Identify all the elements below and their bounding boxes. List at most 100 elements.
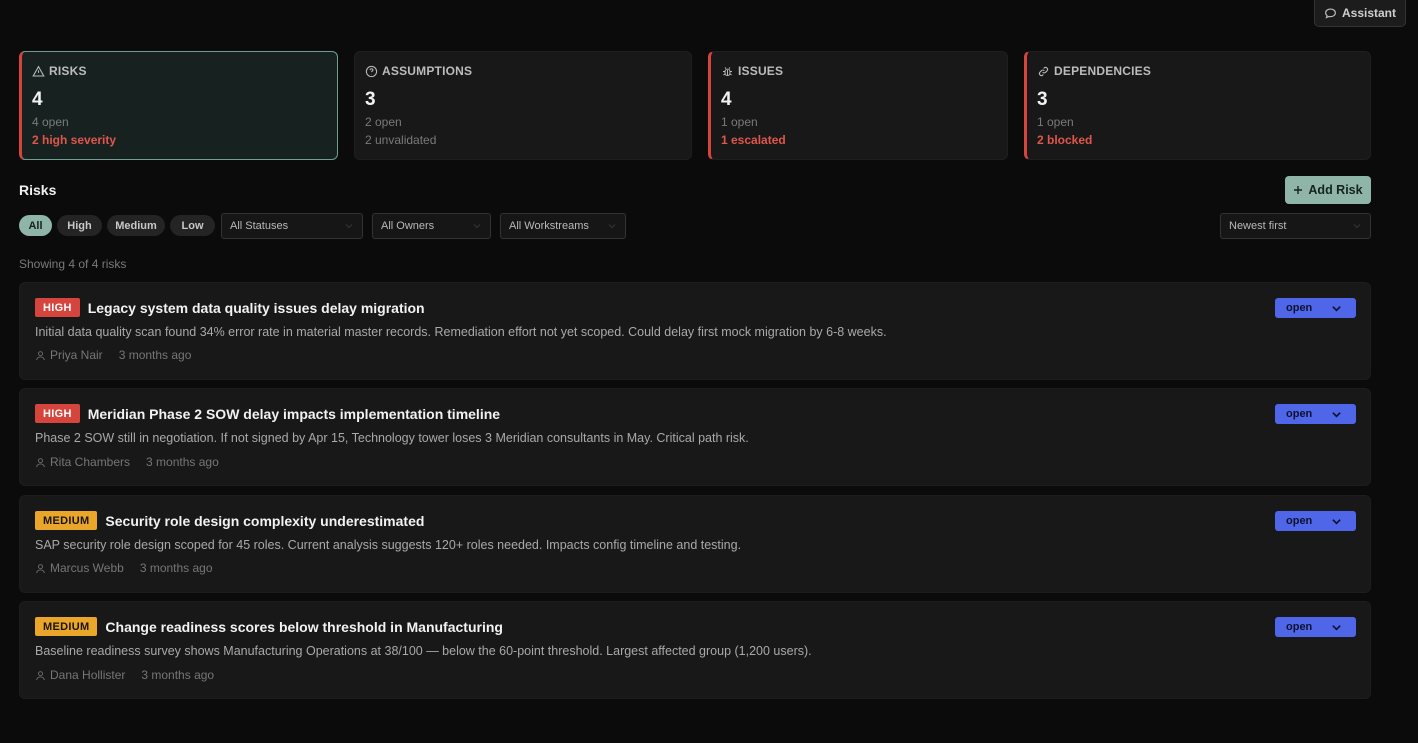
status-dropdown[interactable]: open: [1275, 298, 1356, 318]
workstream-select[interactable]: All Workstreams: [500, 213, 626, 239]
link-icon: [1038, 66, 1049, 76]
risk-owner: Dana Hollister: [50, 668, 126, 682]
chevron-down-icon: [1332, 625, 1341, 631]
dependencies-card[interactable]: DEPENDENCIES 3 1 open 2 blocked: [1024, 51, 1371, 160]
risk-time: 3 months ago: [118, 348, 192, 362]
risk-description: Baseline readiness survey shows Manufact…: [35, 644, 812, 658]
risk-description: Initial data quality scan found 34% erro…: [35, 325, 887, 339]
sort-select-value: Newest first: [1229, 220, 1287, 232]
status-value: open: [1286, 621, 1313, 633]
status-value: open: [1286, 408, 1313, 420]
risk-meta: Dana Hollister 3 months ago: [35, 668, 214, 682]
risks-card-header: RISKS: [32, 64, 337, 78]
results-count: Showing 4 of 4 risks: [19, 257, 127, 271]
risk-title[interactable]: Legacy system data quality issues delay …: [88, 300, 425, 316]
section-title: Risks: [19, 182, 57, 198]
risk-header: HIGH Legacy system data quality issues d…: [35, 298, 425, 317]
risk-time: 3 months ago: [139, 561, 213, 575]
risks-card[interactable]: RISKS 4 4 open 2 high severity: [19, 51, 338, 160]
user-icon: [36, 350, 45, 360]
status-select-value: All Statuses: [230, 220, 289, 232]
risk-time: 3 months ago: [141, 668, 215, 682]
add-risk-label: Add Risk: [1308, 183, 1363, 197]
filter-bar: All High Medium Low All Statuses All Own…: [19, 213, 1371, 239]
risk-header: MEDIUM Change readiness scores below thr…: [35, 617, 503, 636]
risk-title[interactable]: Security role design complexity underest…: [105, 513, 424, 529]
user-icon: [36, 457, 45, 467]
severity-filter-low[interactable]: Low: [170, 215, 215, 236]
chevron-down-icon: [345, 224, 353, 229]
dependencies-card-title: DEPENDENCIES: [1054, 64, 1152, 78]
assistant-button[interactable]: Assistant: [1314, 0, 1406, 27]
user-icon: [36, 563, 45, 573]
status-dropdown[interactable]: open: [1275, 511, 1356, 531]
severity-filter-medium[interactable]: Medium: [107, 215, 165, 236]
chevron-down-icon: [473, 224, 481, 229]
assumptions-card-title: ASSUMPTIONS: [382, 64, 473, 78]
status-value: open: [1286, 515, 1313, 527]
add-risk-button[interactable]: Add Risk: [1285, 176, 1371, 204]
dependencies-card-header: DEPENDENCIES: [1037, 64, 1370, 78]
severity-badge: HIGH: [35, 298, 80, 317]
risk-item[interactable]: MEDIUM Change readiness scores below thr…: [19, 601, 1371, 699]
severity-filter-all[interactable]: All: [19, 215, 52, 236]
risk-meta: Priya Nair 3 months ago: [35, 348, 191, 362]
status-select[interactable]: All Statuses: [221, 213, 363, 239]
dependencies-card-count: 3: [1037, 89, 1048, 110]
risk-description: Phase 2 SOW still in negotiation. If not…: [35, 431, 749, 445]
issues-card-alert: 1 escalated: [721, 133, 786, 147]
question-circle-icon: [365, 65, 378, 77]
severity-badge: MEDIUM: [35, 617, 98, 636]
severity-badge: HIGH: [35, 404, 80, 423]
assumptions-card-open: 2 open: [365, 115, 402, 129]
risk-time: 3 months ago: [146, 455, 219, 469]
risk-meta: Rita Chambers 3 months ago: [35, 455, 219, 469]
plus-icon: [1294, 186, 1303, 194]
bug-icon: [723, 66, 732, 76]
assumptions-card-header: ASSUMPTIONS: [365, 64, 691, 78]
risks-card-title: RISKS: [49, 64, 87, 78]
dependencies-card-open: 1 open: [1037, 115, 1074, 129]
risk-meta: Marcus Webb 3 months ago: [35, 561, 213, 575]
risk-item[interactable]: HIGH Legacy system data quality issues d…: [19, 282, 1371, 380]
workstream-select-value: All Workstreams: [509, 220, 589, 232]
status-dropdown[interactable]: open: [1275, 617, 1356, 637]
risks-card-open: 4 open: [32, 115, 69, 129]
severity-filter-high[interactable]: High: [57, 215, 102, 236]
issues-card[interactable]: ISSUES 4 1 open 1 escalated: [708, 51, 1008, 160]
risk-description: SAP security role design scoped for 45 r…: [35, 538, 742, 552]
risk-owner: Rita Chambers: [50, 455, 131, 469]
issues-card-title: ISSUES: [738, 64, 784, 78]
summary-cards: RISKS 4 4 open 2 high severity ASSUMPTIO…: [19, 51, 1371, 160]
chat-bubble-icon: [1325, 7, 1336, 19]
chevron-down-icon: [1332, 519, 1341, 525]
status-dropdown[interactable]: open: [1275, 404, 1356, 424]
chevron-down-icon: [1332, 412, 1341, 418]
risk-owner: Priya Nair: [50, 348, 103, 362]
severity-badge: MEDIUM: [35, 511, 98, 530]
risk-header: MEDIUM Security role design complexity u…: [35, 511, 424, 530]
assumptions-card[interactable]: ASSUMPTIONS 3 2 open 2 unvalidated: [354, 51, 692, 160]
issues-card-count: 4: [721, 89, 732, 110]
assumptions-card-unvalidated: 2 unvalidated: [365, 133, 437, 147]
issues-card-header: ISSUES: [721, 64, 1007, 78]
warning-triangle-icon: [32, 65, 45, 76]
risk-item[interactable]: HIGH Meridian Phase 2 SOW delay impacts …: [19, 388, 1371, 486]
risk-title[interactable]: Meridian Phase 2 SOW delay impacts imple…: [88, 406, 500, 422]
risk-owner: Marcus Webb: [50, 561, 124, 575]
assistant-label: Assistant: [1341, 6, 1397, 20]
status-value: open: [1286, 302, 1313, 314]
risk-title[interactable]: Change readiness scores below threshold …: [105, 619, 503, 635]
assumptions-card-count: 3: [365, 89, 376, 110]
user-icon: [36, 670, 45, 680]
risks-card-alert: 2 high severity: [32, 133, 117, 147]
risk-register-page: Assistant RISKS 4 4 open 2 high severity…: [0, 0, 1418, 743]
dependencies-card-alert: 2 blocked: [1037, 133, 1093, 147]
chevron-down-icon: [608, 224, 616, 229]
risks-card-count: 4: [32, 89, 43, 110]
risk-item[interactable]: MEDIUM Security role design complexity u…: [19, 495, 1371, 593]
chevron-down-icon: [1332, 306, 1341, 312]
owner-select[interactable]: All Owners: [372, 213, 491, 239]
sort-select[interactable]: Newest first: [1220, 213, 1371, 239]
issues-card-open: 1 open: [721, 115, 758, 129]
